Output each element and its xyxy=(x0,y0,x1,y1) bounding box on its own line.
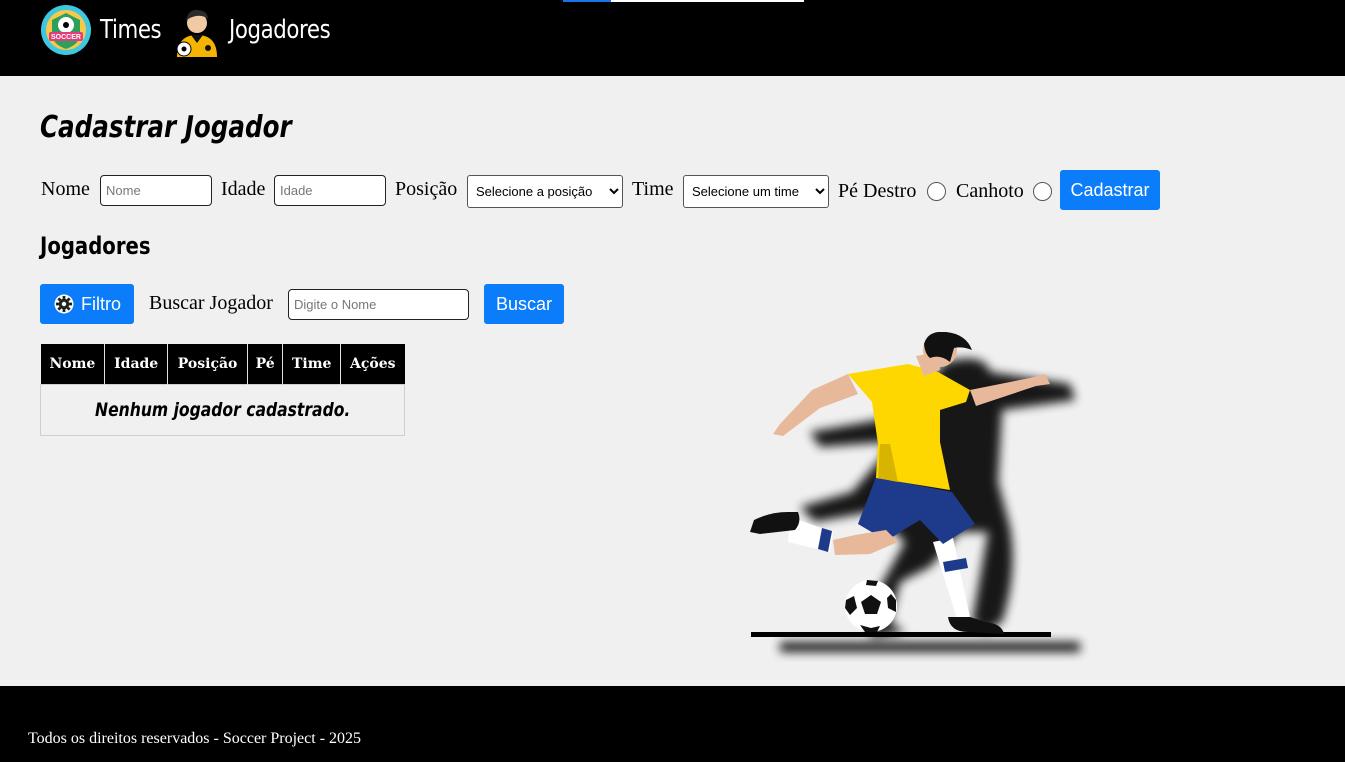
idade-input[interactable] xyxy=(274,175,386,206)
column-header-posicao[interactable]: Posição xyxy=(167,344,249,384)
nav-times-label: Times xyxy=(100,15,162,45)
nav-jogadores-label: Jogadores xyxy=(229,15,331,45)
footer: Todos os direitos reservados - Soccer Pr… xyxy=(0,686,1345,762)
soccer-logo-icon: SOCCER xyxy=(41,5,91,55)
column-header-acoes[interactable]: Ações xyxy=(340,344,405,384)
table-row: Nenhum jogador cadastrado. xyxy=(40,383,405,436)
cadastrar-button[interactable]: Cadastrar xyxy=(1060,170,1160,210)
player-avatar-icon xyxy=(176,9,217,57)
nome-input[interactable] xyxy=(100,175,212,206)
idade-label: Idade xyxy=(221,178,266,200)
column-header-idade[interactable]: Idade xyxy=(104,344,169,384)
buscar-button[interactable]: Buscar xyxy=(484,284,564,324)
column-header-nome[interactable]: Nome xyxy=(40,344,106,384)
player-form: Nome Idade Posição Selecione a posição T… xyxy=(0,170,1345,210)
time-label: Time xyxy=(632,178,674,200)
filtro-label: Filtro xyxy=(81,293,121,314)
pe-destro-label: Pé Destro xyxy=(838,180,917,202)
column-header-pe[interactable]: Pé xyxy=(247,344,284,384)
nav-jogadores-link[interactable]: Jogadores xyxy=(172,4,353,57)
search-input[interactable] xyxy=(288,289,469,320)
page-title: Cadastrar Jogador xyxy=(40,110,292,145)
players-table: Nome Idade Posição Pé Time Ações Nenhum … xyxy=(40,344,405,436)
gear-icon xyxy=(54,294,74,314)
main-content: Cadastrar Jogador Nome Idade Posição Sel… xyxy=(0,76,1345,686)
empty-cell: Nenhum jogador cadastrado. xyxy=(40,383,405,436)
logo-text: SOCCER xyxy=(51,34,81,41)
canhoto-label: Canhoto xyxy=(956,180,1024,202)
nav-times-link[interactable]: SOCCER Times xyxy=(40,4,175,56)
time-select[interactable]: Selecione um time xyxy=(683,175,829,208)
column-header-time[interactable]: Time xyxy=(282,344,342,384)
pe-destro-radio[interactable] xyxy=(927,182,946,201)
canhoto-radio[interactable] xyxy=(1033,182,1052,201)
buscar-jogador-label: Buscar Jogador xyxy=(149,292,273,314)
soccer-player-illustration xyxy=(750,332,1080,652)
top-indicator-bar xyxy=(563,0,804,2)
empty-message: Nenhum jogador cadastrado. xyxy=(94,398,351,421)
footer-copyright: Todos os direitos reservados - Soccer Pr… xyxy=(28,730,362,747)
posicao-label: Posição xyxy=(395,178,458,200)
posicao-select[interactable]: Selecione a posição xyxy=(467,175,623,208)
filtro-button[interactable]: Filtro xyxy=(40,284,134,324)
nome-label: Nome xyxy=(41,178,90,200)
table-header-row: Nome Idade Posição Pé Time Ações xyxy=(40,344,405,384)
top-navbar: SOCCER Times Jogadores xyxy=(0,0,1345,76)
jogadores-section-title: Jogadores xyxy=(40,232,151,260)
